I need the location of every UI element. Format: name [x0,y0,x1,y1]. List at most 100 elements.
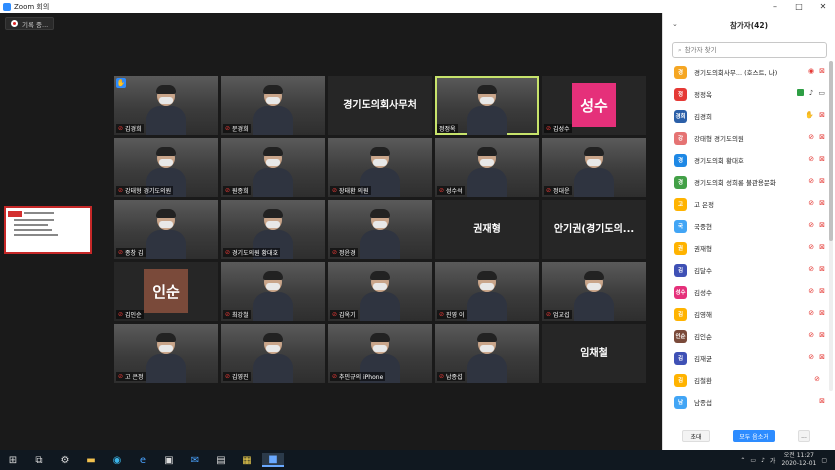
tile-name: 원종희 [232,188,249,195]
mic-muted-icon: ⊘ [225,373,231,380]
video-tile[interactable]: ⊘ 정윤경 [328,200,432,259]
invite-button[interactable]: 초대 [682,430,710,442]
tile-name-label: ⊘ 최강철 [223,310,251,319]
participant-search-input[interactable] [684,46,805,54]
mic-muted-icon: ⊘ [814,375,820,383]
mic-muted-icon: ⊘ [439,373,445,380]
participant-row[interactable]: 남 남종섭 ⊠ [663,391,829,413]
app-icon[interactable]: ▤ [214,453,228,467]
notes-icon[interactable]: ▦ [240,453,254,467]
video-tile[interactable]: ⊘ 엄교섭 [542,262,646,321]
task-view-icon[interactable]: ⧉ [32,453,46,467]
mute-all-button[interactable]: 모두 음소거 [733,430,775,442]
system-tray: ⌃ ▭ ♪ 가 오전 11:27 2020-12-01 ▢ [740,452,827,468]
ime-icon[interactable]: 가 [770,456,776,465]
participant-row[interactable]: 경 경기도의회사무... (호스트, 나) ◉ ⊠ [663,61,829,83]
participant-row[interactable]: 김 김영해 ⊘ ⊠ [663,303,829,325]
edge-browser-icon[interactable]: ◉ [110,453,124,467]
video-tile[interactable]: ⊘ 최강철 [221,262,325,321]
video-tile[interactable]: ⊘ 고 은정 [114,324,218,383]
store-icon[interactable]: ▣ [162,453,176,467]
internet-explorer-icon[interactable]: e [136,453,150,467]
tile-name-label: ⊘ 김인순 [116,310,144,319]
participant-row[interactable]: 김 김철환 ⊘ [663,369,829,391]
video-tile[interactable]: ⊘ 강태형 경기도의원 [114,138,218,197]
video-tile[interactable]: 정정옥 [435,76,539,135]
participant-row[interactable]: 권 권재형 ⊘ ⊠ [663,237,829,259]
tray-chevron-icon[interactable]: ⌃ [740,457,745,464]
participant-row[interactable]: 경희 김경희 ✋ ⊠ [663,105,829,127]
zoom-taskbar-icon[interactable]: ■ [262,453,284,467]
video-tile[interactable]: ⊘ 추민규의 iPhone [328,324,432,383]
video-tile[interactable]: ⊘ 문경희 [221,76,325,135]
video-tile[interactable]: 경기도의회사무처 [328,76,432,135]
video-tile[interactable]: ⊘ 장태환 의원 [328,138,432,197]
participant-video [146,209,186,259]
notification-icon[interactable]: ▢ [821,457,827,464]
video-tile[interactable]: ⊘ 남종섭 [435,324,539,383]
video-tile[interactable]: ⊘ 김영진 [221,324,325,383]
minimize-icon[interactable]: – [763,2,787,11]
tile-name: 김영진 [232,374,249,381]
participant-row[interactable]: 정 정정옥 ♪ ▭ [663,83,829,105]
windows-start-icon[interactable]: ⊞ [6,453,20,467]
settings-gear-icon[interactable]: ⚙ [58,453,72,467]
video-tile[interactable]: 권재형 [435,200,539,259]
clock[interactable]: 오전 11:27 2020-12-01 [781,452,816,468]
more-button[interactable]: ... [798,430,810,442]
mic-muted-icon: ⊘ [118,187,124,194]
participant-row[interactable]: 인순 김인순 ⊘ ⊠ [663,325,829,347]
video-tile[interactable]: ⊘ 원종희 [221,138,325,197]
mail-icon[interactable]: ✉ [188,453,202,467]
participant-avatar: 인순 [674,329,687,343]
participant-avatar: 경희 [674,109,687,123]
participant-name-display: 권재형 [473,224,501,235]
participant-avatar: 김 [674,307,687,321]
window-controls: – □ ✕ [662,0,835,13]
participant-row[interactable]: 성수 김성수 ⊘ ⊠ [663,281,829,303]
video-tile[interactable]: 임채철 [542,324,646,383]
participant-row[interactable]: 국 국중현 ⊘ ⊠ [663,215,829,237]
maximize-icon[interactable]: □ [787,2,811,11]
video-tile[interactable]: ⊘ 성수석 [435,138,539,197]
video-tile[interactable]: 안기권(경기도의... [542,200,646,259]
participant-row[interactable]: 경 경기도의회 성희롱 불관용문화 ⊘ ⊠ [663,171,829,193]
participant-row[interactable]: 김 김달수 ⊘ ⊠ [663,259,829,281]
video-tile[interactable]: ⊘ 김옥기 [328,262,432,321]
participant-search[interactable]: ⌕ [672,42,827,58]
tile-name-label: ⊘ 고 은정 [116,372,146,381]
participant-row[interactable]: 경 경기도의회 황대호 ⊘ ⊠ [663,149,829,171]
mic-muted-icon: ⊘ [118,249,124,256]
video-tile[interactable]: 인순 ⊘ 김인순 [114,262,218,321]
mic-muted-icon: ⊘ [118,373,124,380]
participant-scrollbar[interactable] [829,61,833,391]
tile-name: 김옥기 [339,312,356,319]
participant-row[interactable]: 강 강태형 경기도의원 ⊘ ⊠ [663,127,829,149]
search-icon: ⌕ [678,45,682,54]
tile-name-label: ⊘ 장태환 의원 [330,186,371,195]
video-tile[interactable]: ✋ ⊘ 김경희 [114,76,218,135]
tile-name: 김성수 [553,126,570,133]
video-tile[interactable]: ⊘ 종창 김 [114,200,218,259]
mic-muted-icon: ⊘ [808,155,815,163]
mic-muted-icon: ⊘ [332,249,338,256]
participant-row[interactable]: 고 고 은정 ⊘ ⊠ [663,193,829,215]
participant-video [467,333,507,383]
shared-screen-thumbnail[interactable] [4,206,92,254]
camera-off-icon: ⊠ [819,155,825,163]
recording-badge[interactable]: 기록 중... [5,17,55,30]
participant-name: 강태형 경기도의원 [694,135,744,143]
participant-avatar: 정 [674,87,687,101]
collapse-chevron-icon[interactable]: ⌄ [672,20,678,28]
video-tile[interactable]: ⊘ 진영 이 [435,262,539,321]
volume-icon[interactable]: ♪ [761,457,765,464]
video-tile[interactable]: ⊘ 경기도의원 황대호 [221,200,325,259]
video-tile[interactable]: ⊘ 정대운 [542,138,646,197]
close-icon[interactable]: ✕ [811,2,835,11]
video-tile[interactable]: 성수 ⊘ 김성수 [542,76,646,135]
participant-row[interactable]: 김 김재균 ⊘ ⊠ [663,347,829,369]
screen-share-icon [796,89,804,96]
camera-off-icon: ⊠ [819,177,825,185]
file-explorer-icon[interactable]: ▬ [84,453,98,467]
network-icon[interactable]: ▭ [750,457,756,464]
